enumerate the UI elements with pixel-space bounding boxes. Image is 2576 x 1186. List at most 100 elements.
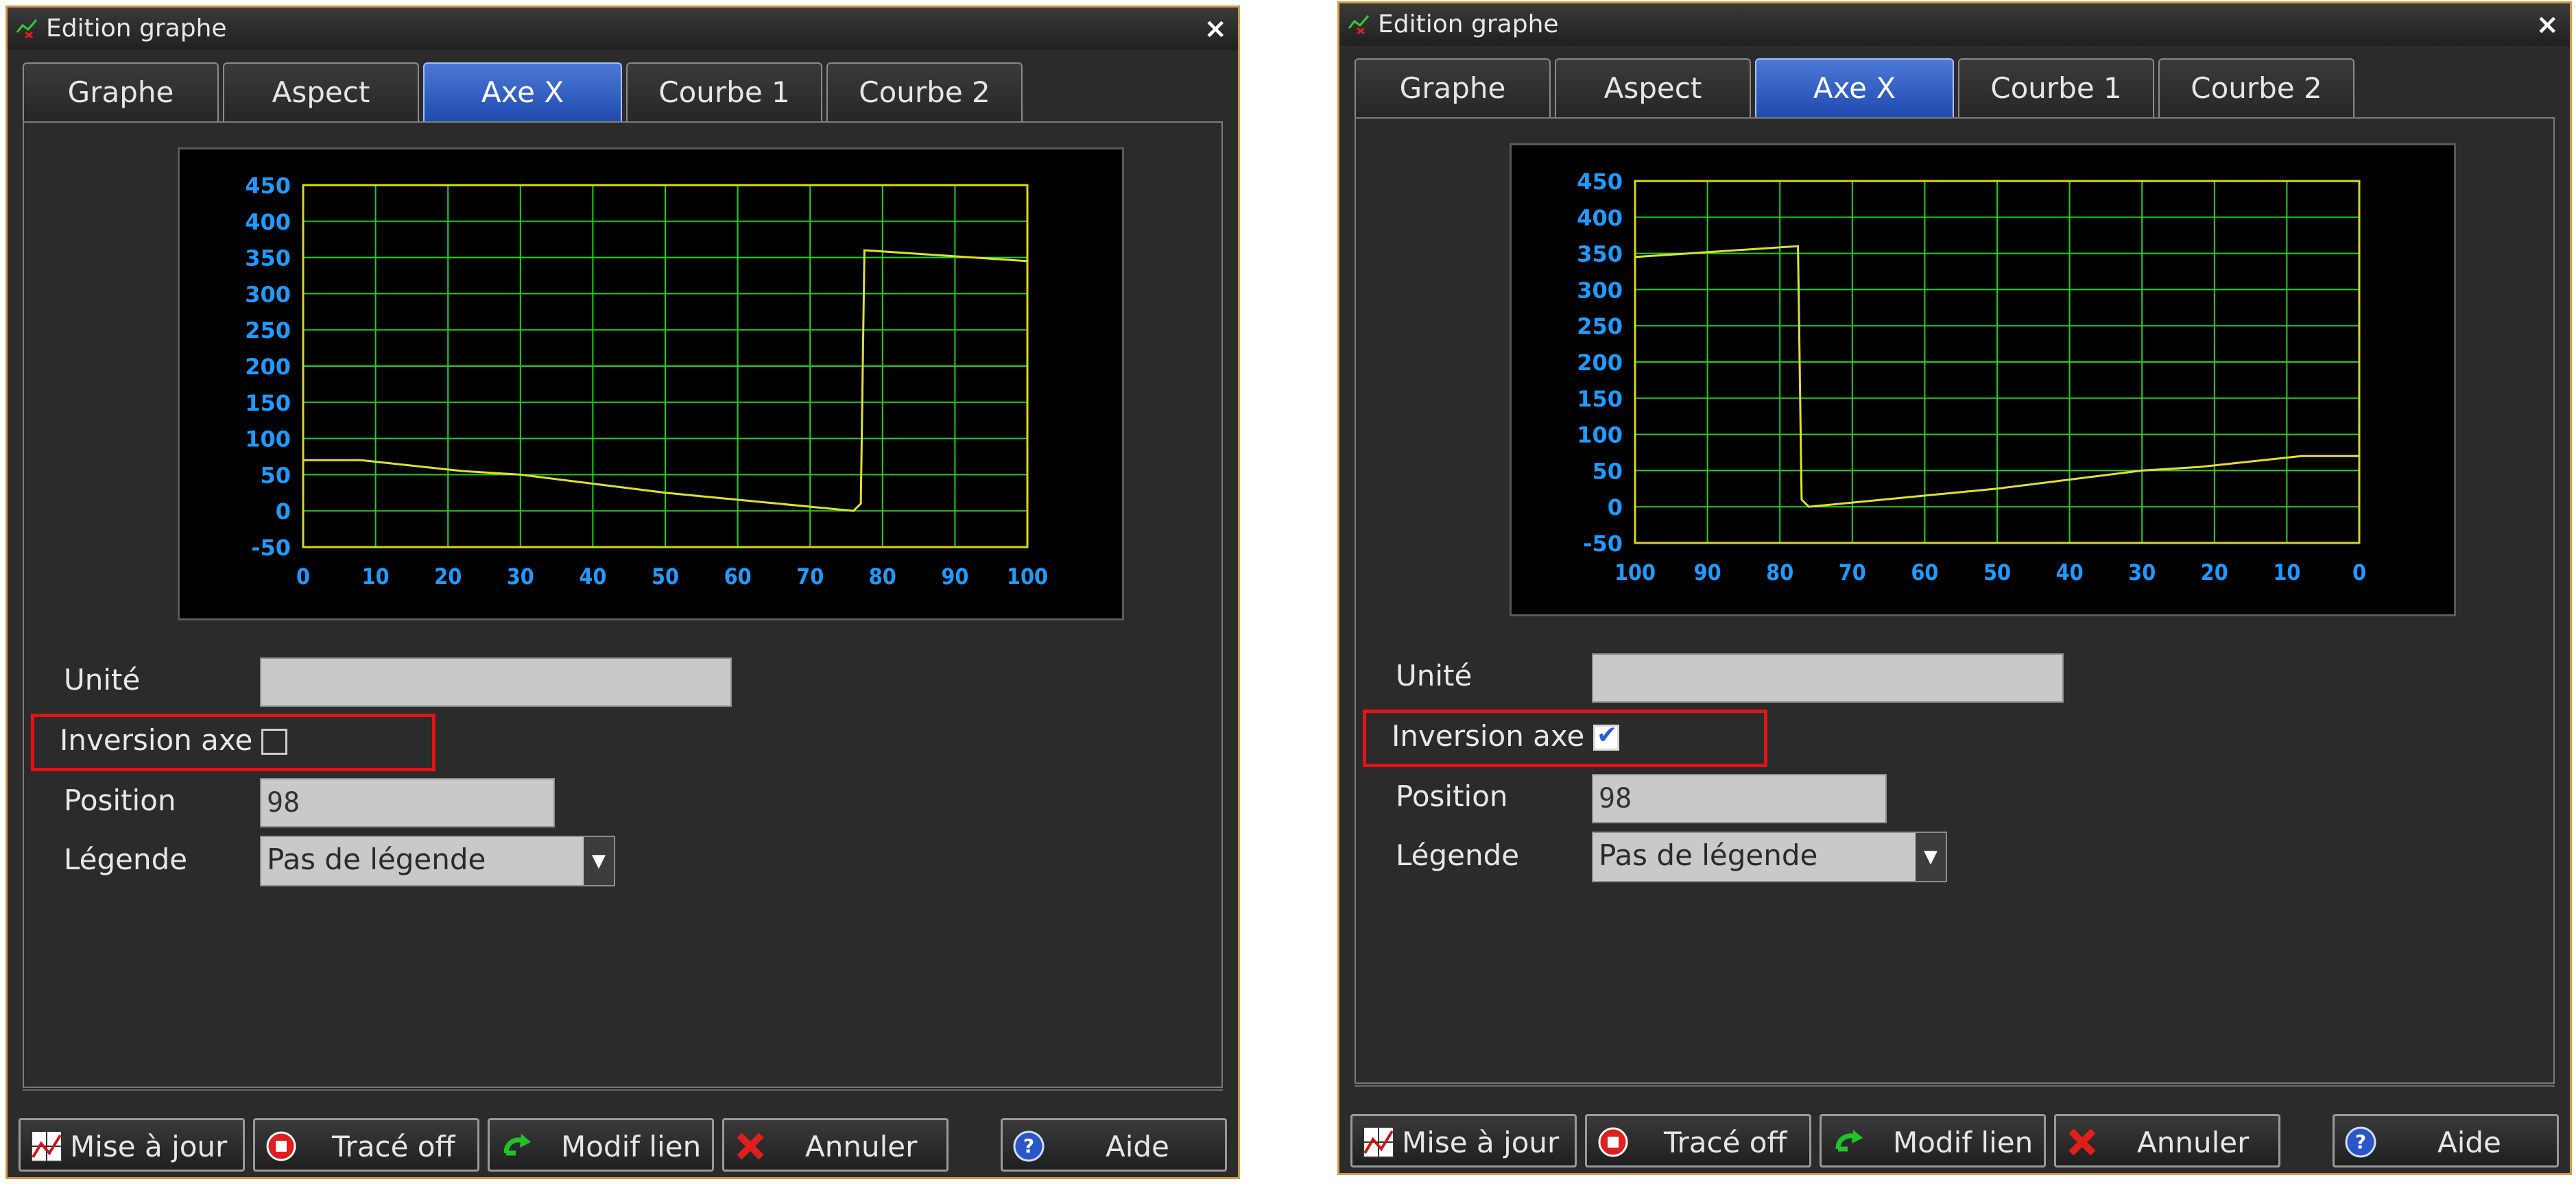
y-tick-label: 100: [245, 426, 291, 452]
chevron-down-icon[interactable]: ▼: [1916, 833, 1946, 881]
annuler-button[interactable]: Annuler: [2054, 1114, 2280, 1167]
tab-axe-x[interactable]: Axe X: [423, 62, 622, 121]
y-tick-label: 250: [245, 317, 291, 343]
tab-content-axe-x: 100 90 80 70 60 50 40 30 20 10 0 450 400 350 300 250 200…: [1355, 117, 2555, 1084]
trace-off-button[interactable]: Tracé off: [253, 1118, 479, 1172]
cancel-x-icon: [2068, 1128, 2096, 1156]
y-tick-label: 0: [1608, 494, 1623, 520]
window-title: Edition graphe: [1378, 10, 1559, 38]
y-tick-label: 350: [1577, 241, 1623, 267]
chart-update-icon: [31, 1130, 62, 1162]
x-tick-label: 90: [941, 564, 968, 590]
highlight-annotation: [31, 714, 436, 771]
mise-a-jour-button[interactable]: Mise à jour: [19, 1118, 245, 1172]
y-tick-label: -50: [251, 535, 291, 561]
highlight-annotation: [1363, 710, 1767, 767]
tab-axe-x[interactable]: Axe X: [1755, 58, 1954, 117]
x-tick-label: 90: [1694, 559, 1721, 585]
aide-button[interactable]: ? Aide: [1001, 1118, 1227, 1172]
tab-courbe-1[interactable]: Courbe 1: [1958, 58, 2154, 117]
y-tick-label: 50: [1592, 458, 1623, 484]
legende-label: Légende: [64, 843, 188, 876]
aide-label: Aide: [1106, 1130, 1169, 1163]
unite-label: Unité: [1396, 659, 1472, 692]
x-tick-label: 100: [1614, 559, 1656, 585]
unite-input[interactable]: [1592, 653, 2064, 703]
annuler-button[interactable]: Annuler: [722, 1118, 949, 1172]
tab-courbe-1[interactable]: Courbe 1: [626, 62, 822, 121]
y-tick-label: 0: [276, 498, 291, 524]
help-icon: ?: [1013, 1130, 1045, 1162]
x-tick-label: 80: [1766, 559, 1793, 585]
cancel-x-icon: [737, 1133, 764, 1160]
x-tick-label: 0: [2352, 559, 2366, 585]
unite-label: Unité: [64, 663, 141, 697]
close-button[interactable]: ×: [1204, 13, 1227, 45]
footer-divider: [1355, 1085, 2555, 1087]
mise-a-jour-label: Mise à jour: [1402, 1126, 1560, 1159]
x-tick-label: 80: [869, 564, 896, 590]
graph-app-icon: [16, 19, 38, 38]
y-tick-label: 200: [245, 354, 291, 380]
y-tick-label: 300: [1577, 277, 1623, 303]
tab-courbe-2[interactable]: Courbe 2: [826, 62, 1023, 121]
tab-aspect[interactable]: Aspect: [223, 62, 419, 121]
position-input[interactable]: 98: [260, 778, 555, 827]
edition-graphe-dialog-right: Edition graphe × Graphe Aspect Axe X Cou…: [1337, 1, 2572, 1175]
tab-content-axe-x: 0 10 20 30 40 50 60 70 80 90 100 450 400 350 300 250 200…: [23, 121, 1223, 1088]
mise-a-jour-button[interactable]: Mise à jour: [1350, 1114, 1577, 1167]
y-tick-label: -50: [1583, 531, 1623, 557]
tab-courbe-2[interactable]: Courbe 2: [2158, 58, 2354, 117]
edition-graphe-dialog-left: Edition graphe × Graphe Aspect Axe X Cou…: [5, 5, 1240, 1179]
y-tick-label: 200: [1577, 350, 1623, 376]
chevron-down-icon[interactable]: ▼: [584, 837, 614, 885]
x-tick-label: 20: [2201, 559, 2228, 585]
tab-graphe[interactable]: Graphe: [1355, 58, 1551, 117]
tab-aspect[interactable]: Aspect: [1555, 58, 1751, 117]
help-icon: ?: [2345, 1126, 2376, 1158]
title-bar: Edition graphe ×: [8, 8, 1238, 50]
modif-lien-button[interactable]: Modif lien: [1820, 1114, 2046, 1167]
chart-update-icon: [1363, 1126, 1394, 1158]
title-bar: Edition graphe ×: [1339, 3, 2570, 46]
y-tick-label: 300: [245, 281, 291, 307]
x-tick-label: 10: [2273, 559, 2300, 585]
aide-button[interactable]: ? Aide: [2333, 1114, 2559, 1167]
stop-icon: [266, 1131, 296, 1161]
y-tick-label: 250: [1577, 313, 1623, 339]
graph-app-icon: [1348, 15, 1370, 34]
modif-lien-label: Modif lien: [1893, 1126, 2034, 1159]
x-tick-label: 20: [434, 564, 462, 590]
position-label: Position: [64, 784, 176, 817]
modif-lien-button[interactable]: Modif lien: [488, 1118, 714, 1172]
y-tick-label: 150: [1577, 386, 1623, 412]
x-tick-label: 40: [2056, 559, 2084, 585]
unite-input[interactable]: [260, 657, 732, 707]
x-tick-label: 50: [1983, 559, 2011, 585]
legende-select-value: Pas de légende: [267, 843, 486, 876]
x-tick-label: 60: [724, 564, 752, 590]
link-arrow-icon: [1835, 1130, 1863, 1152]
position-input[interactable]: 98: [1592, 774, 1887, 823]
y-tick-label: 150: [245, 390, 291, 416]
y-tick-label: 400: [245, 209, 291, 235]
tab-graphe[interactable]: Graphe: [23, 62, 219, 121]
trace-off-button[interactable]: Tracé off: [1585, 1114, 1811, 1167]
legende-select[interactable]: Pas de légende ▼: [1592, 832, 1947, 882]
mise-a-jour-label: Mise à jour: [70, 1130, 228, 1163]
y-tick-label: 450: [1577, 169, 1623, 195]
position-label: Position: [1396, 779, 1508, 813]
close-button[interactable]: ×: [2536, 9, 2559, 40]
x-tick-label: 100: [1007, 564, 1048, 590]
graph-preview: 0 10 20 30 40 50 60 70 80 90 100 450 400 350 300 250 200…: [178, 147, 1124, 620]
stop-icon: [1598, 1127, 1628, 1157]
x-tick-label: 70: [796, 564, 824, 590]
svg-text:?: ?: [1023, 1135, 1034, 1157]
graph-preview-chart: 100 90 80 70 60 50 40 30 20 10 0450400350300250200…: [1577, 169, 2366, 585]
link-arrow-icon: [503, 1134, 531, 1156]
trace-off-label: Tracé off: [1664, 1126, 1787, 1159]
legende-select[interactable]: Pas de légende ▼: [260, 836, 615, 886]
trace-off-label: Tracé off: [332, 1130, 455, 1163]
graph-preview: 100 90 80 70 60 50 40 30 20 10 0 450 400 350 300 250 200…: [1510, 143, 2456, 616]
y-tick-label: 400: [1577, 205, 1623, 231]
